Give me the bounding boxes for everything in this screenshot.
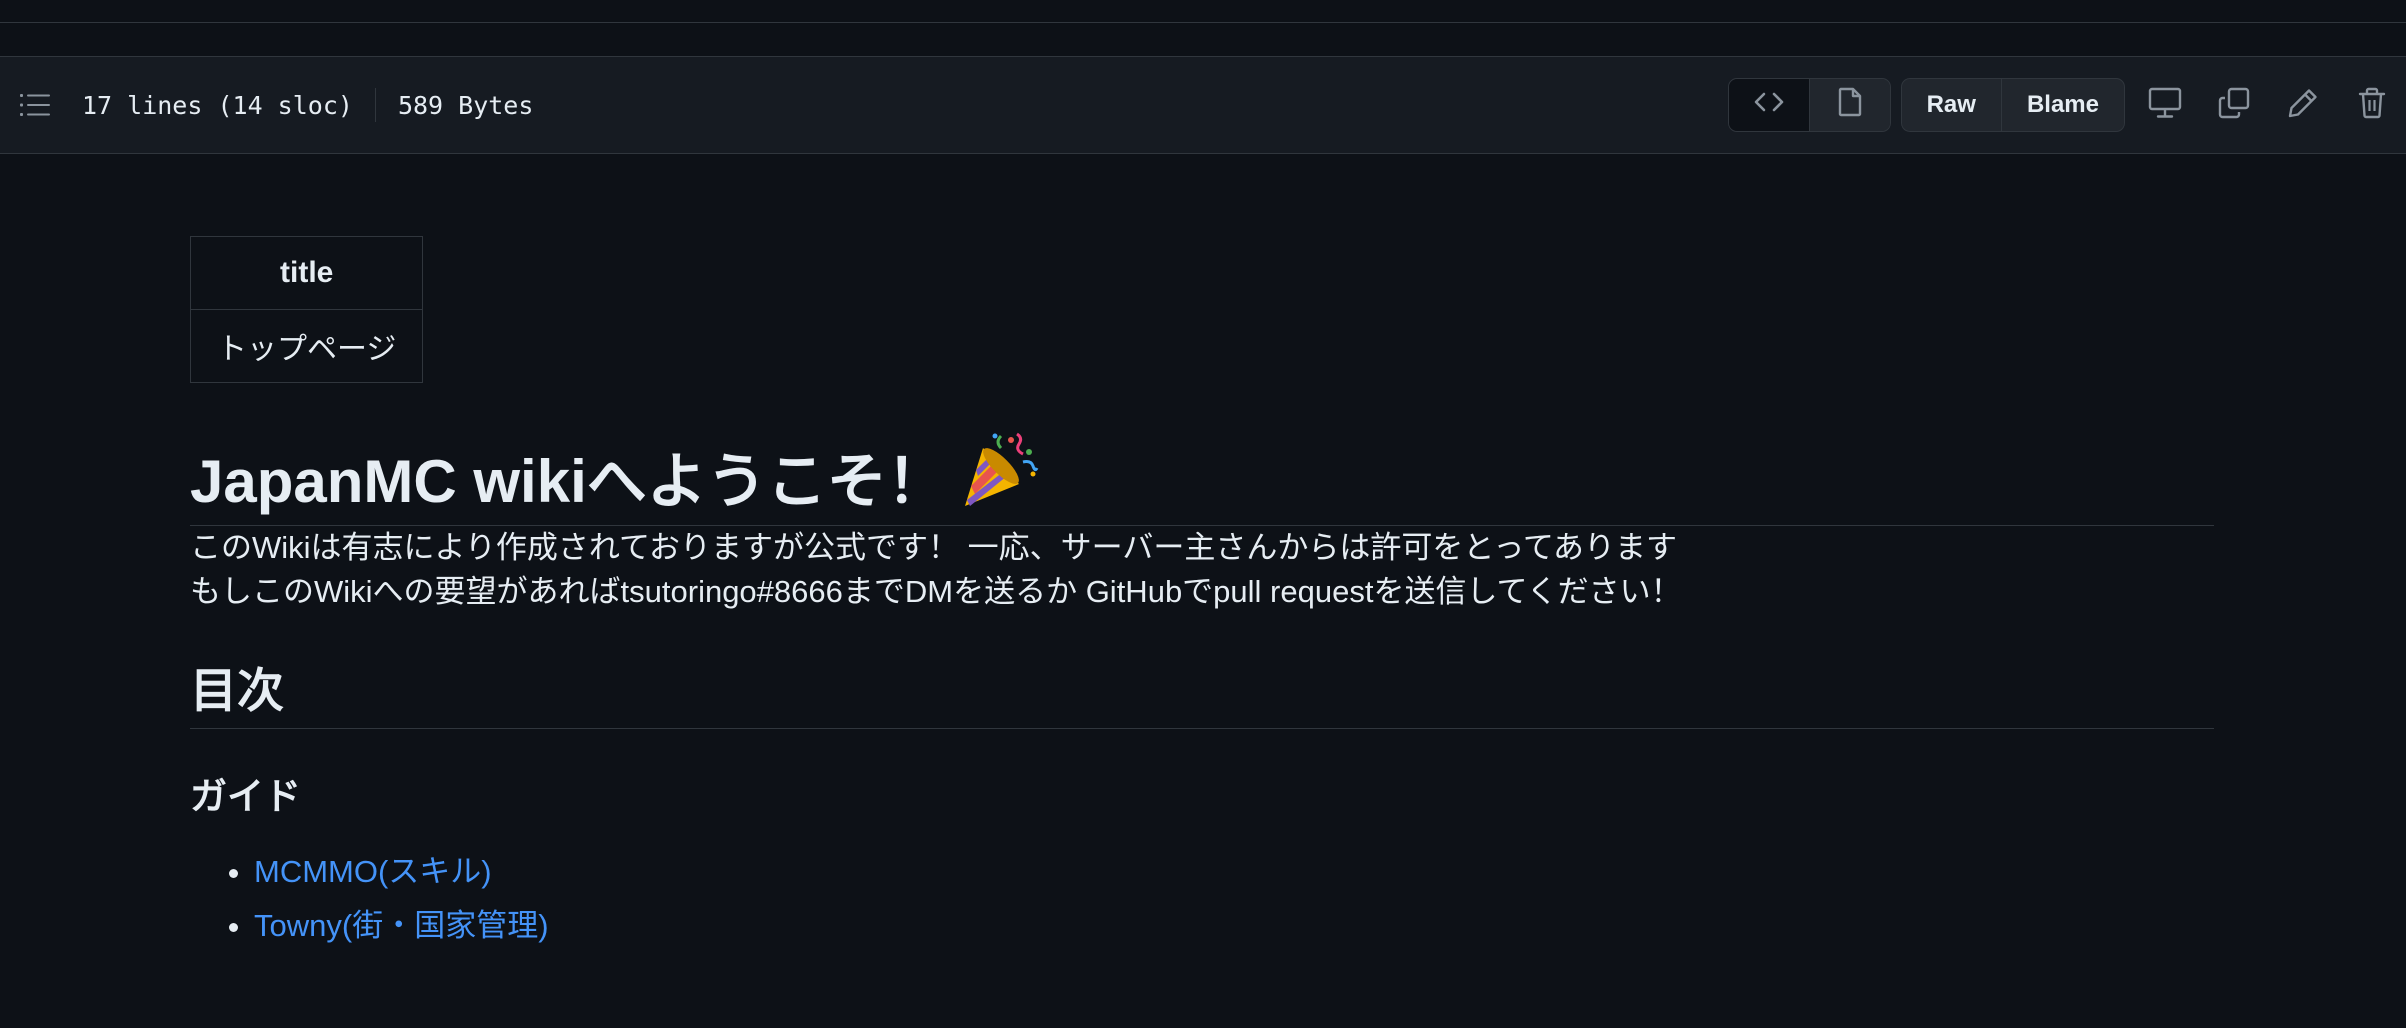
- markdown-body: title トップページ JapanMC wikiへようこそ！ このWikiは有…: [189, 236, 2214, 953]
- raw-blame-group: Raw Blame: [1900, 78, 2125, 132]
- raw-button[interactable]: Raw: [1902, 79, 2001, 131]
- intro-paragraph: このWikiは有志により作成されておりますが公式です！ 一応、サーバー主さんから…: [190, 530, 1677, 565]
- page-title-text: JapanMC wikiへようこそ！: [190, 447, 947, 515]
- list-item: MCMMO(スキル): [254, 845, 2214, 899]
- file-size: 589 Bytes: [397, 90, 534, 120]
- file-actions: Raw Blame: [1727, 57, 2406, 153]
- pencil-icon: [2287, 87, 2319, 124]
- front-matter-value: トップページ: [189, 309, 424, 383]
- front-matter-header: title: [189, 236, 424, 310]
- file-header: 17 lines (14 sloc) 589 Bytes Raw Blame: [0, 56, 2406, 154]
- line-count: 17 lines (14 sloc): [82, 90, 353, 120]
- file-info: 17 lines (14 sloc) 589 Bytes: [18, 57, 533, 153]
- top-strip: [0, 0, 2406, 23]
- guide-list: MCMMO(スキル) Towny(街・国家管理): [190, 845, 2214, 953]
- source-view-button[interactable]: [1728, 79, 1809, 131]
- divider: [374, 88, 376, 122]
- rendered-view-button[interactable]: [1808, 79, 1890, 131]
- desktop-icon: [2148, 87, 2182, 124]
- copy-raw-button[interactable]: [2210, 81, 2258, 129]
- code-icon: [1753, 91, 1785, 120]
- guide-link-towny[interactable]: Towny(街・国家管理): [254, 908, 549, 943]
- view-toggle: [1727, 78, 1891, 132]
- list-unordered-icon[interactable]: [18, 88, 52, 122]
- trash-icon: [2358, 87, 2386, 124]
- party-popper-icon: [957, 428, 1039, 524]
- page-title: JapanMC wikiへようこそ！: [190, 427, 2214, 526]
- list-item: Towny(街・国家管理): [254, 899, 2214, 953]
- copy-icon: [2218, 87, 2250, 124]
- request-paragraph: もしこのWikiへの要望があればtsutoringo#8666までDMを送るか …: [190, 574, 1682, 609]
- front-matter-table: title トップページ: [189, 236, 424, 383]
- blame-button[interactable]: Blame: [2000, 79, 2124, 131]
- open-desktop-button[interactable]: [2141, 81, 2189, 129]
- guide-link-mcmmo[interactable]: MCMMO(スキル): [254, 854, 492, 889]
- guide-heading: ガイド: [190, 776, 301, 817]
- delete-file-button[interactable]: [2348, 81, 2396, 129]
- toc-heading: 目次: [190, 644, 2214, 729]
- file-icon: [1838, 87, 1862, 124]
- edit-file-button[interactable]: [2279, 81, 2327, 129]
